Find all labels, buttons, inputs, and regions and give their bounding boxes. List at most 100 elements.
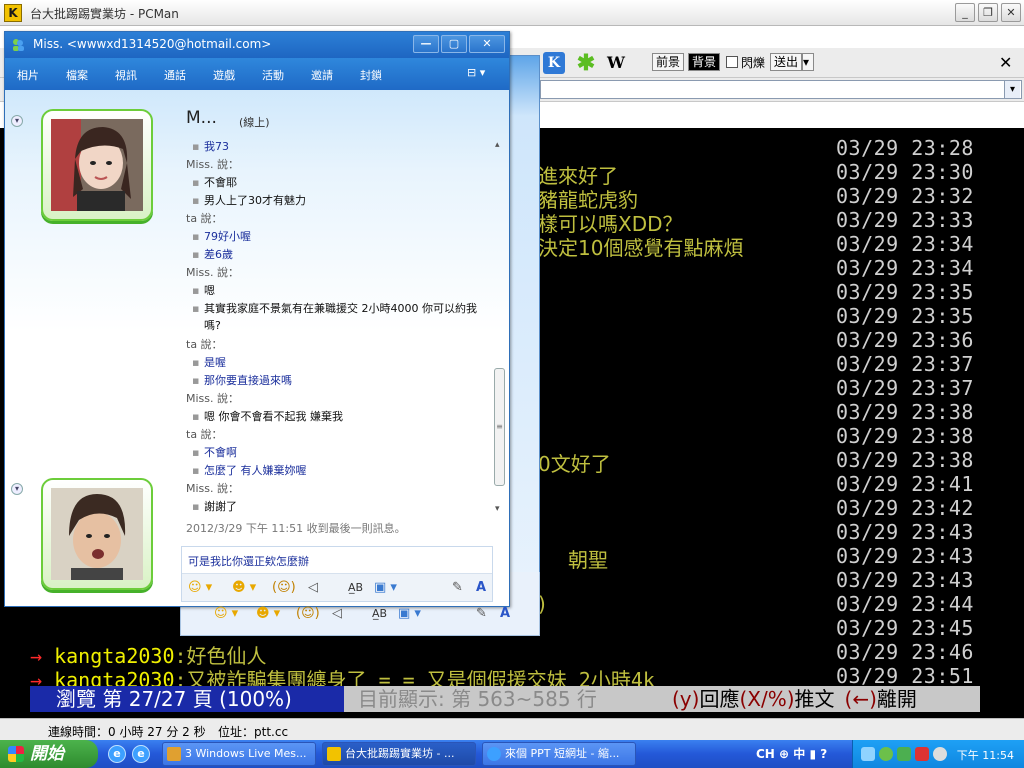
send-dropdown-icon[interactable]: ▾ [802, 53, 814, 71]
timestamp: 03/29 23:33 [836, 208, 974, 232]
pcman-minimize-button[interactable]: _ [955, 3, 975, 22]
wink-icon[interactable]: ☻ ▾ [232, 579, 256, 597]
browse-status-bar: 瀏覽 第 27/27 頁 (100%) 目前顯示: 第 563~585 行 (y)回… [30, 686, 980, 712]
message-text: 差6歲 [204, 248, 233, 261]
pcman-k-icon[interactable]: K [543, 52, 565, 74]
spell-check-icon[interactable]: A̲B [348, 579, 363, 597]
menu-call[interactable]: 通話 [164, 67, 186, 83]
tray-app-icon[interactable] [897, 747, 911, 761]
language-bar[interactable]: CH ⊕ 中 ▮ ? [756, 744, 827, 764]
pcman-restore-button[interactable]: ❐ [978, 3, 998, 22]
contact-avatar[interactable] [41, 109, 153, 221]
message-sender: Miss. 說： [186, 392, 240, 405]
timestamp: 03/29 23:38 [836, 424, 974, 448]
contact-message: ▪ 不會耶 [192, 174, 490, 191]
messenger-tray-icon[interactable] [879, 747, 893, 761]
send-button[interactable]: 送出 [770, 53, 803, 71]
volume-icon[interactable] [933, 747, 947, 761]
address-dropdown-icon[interactable]: ▾ [1004, 81, 1020, 98]
task-pcman[interactable]: 台大批踢踢實業坊 - ... [322, 742, 476, 766]
message-text: 我73 [204, 140, 229, 153]
bullet-icon: ▪ [192, 446, 200, 459]
task-ie[interactable]: 來個 PPT 短網址 - 縮... [482, 742, 636, 766]
start-button[interactable]: 開始 [0, 740, 98, 768]
contact-message: ▪ 謝謝了 [192, 498, 490, 515]
voice-clip-icon[interactable]: ◁ [308, 579, 318, 597]
menu-files[interactable]: 檔案 [66, 67, 88, 83]
contact-message: ▪ 男人上了30才有魅力 [192, 192, 490, 209]
scroll-thumb[interactable]: ≡ [494, 368, 505, 486]
bullet-icon: ▪ [192, 374, 200, 387]
messenger-maximize-button[interactable]: ▢ [441, 35, 467, 53]
messenger-buddy-icon [13, 39, 24, 51]
collapse-contact-photo-icon[interactable]: ▾ [11, 115, 23, 127]
my-message: ▪ 79好小喔 [192, 228, 490, 245]
wink-icon[interactable]: ☻ ▾ [256, 605, 280, 623]
contact-status: (線上) [239, 116, 270, 129]
my-avatar[interactable] [41, 478, 153, 590]
timestamp: 03/29 23:38 [836, 400, 974, 424]
emoticon-icon[interactable]: ☺ ▾ [188, 579, 212, 597]
taskbar: 開始 e e 3 Windows Live Mes... 台大批踢踢實業坊 - … [0, 740, 1024, 768]
clover-icon[interactable]: ✱ [575, 52, 597, 74]
compose-input[interactable]: 可是我比你還正欸怎麼辦 [188, 553, 309, 569]
message-sender: Miss. 說： [186, 158, 240, 171]
spell-check-icon[interactable]: A̲B [372, 605, 387, 623]
messenger-close-button[interactable]: ✕ [469, 35, 505, 53]
scroll-down-icon[interactable]: ▾ [495, 504, 500, 514]
collapse-my-photo-icon[interactable]: ▾ [11, 483, 23, 495]
blink-checkbox[interactable] [726, 56, 738, 68]
scroll-up-icon[interactable]: ▴ [495, 140, 500, 150]
foreground-color-button[interactable]: 前景 [652, 53, 685, 71]
voice-clip-icon[interactable]: ◁ [332, 605, 342, 623]
ie-quicklaunch-icon[interactable]: e [132, 745, 150, 763]
task-label: 3 Windows Live Mes... [185, 747, 307, 760]
conversation-history[interactable]: ▪ 我73 Miss. 說： ▪ 不會耶 ▪ 男人上了30才有魅力 ta 說： ▪ 79好小喔 ▪ 差… [186, 138, 491, 536]
message-text: 謝謝了 [204, 500, 237, 513]
menu-photos[interactable]: 相片 [17, 67, 39, 83]
close-tab-icon[interactable]: ✕ [999, 53, 1012, 72]
timestamp: 03/29 23:46 [836, 640, 974, 664]
background-icon[interactable]: ▣ ▾ [398, 605, 421, 623]
connection-address: 位址：ptt.cc [218, 725, 289, 739]
background-color-button[interactable]: 背景 [688, 53, 721, 71]
timestamp: 03/29 23:45 [836, 616, 974, 640]
ie-quicklaunch-icon[interactable]: e [108, 745, 126, 763]
menu-activities[interactable]: 活動 [262, 67, 284, 83]
wikipedia-icon[interactable]: W [605, 52, 627, 74]
message-text: 是喔 [204, 356, 226, 369]
emoticon-icon[interactable]: ☺ ▾ [214, 605, 238, 623]
partial-comment: 決定10個感覺有點麻煩 [538, 236, 744, 260]
background-icon[interactable]: ▣ ▾ [374, 579, 397, 597]
menu-options-icon[interactable]: ⊟ ▾ [467, 66, 485, 79]
compose-area[interactable]: 可是我比你還正欸怎麼辦 ☺ ▾ ☻ ▾ (☺) ◁ A̲B ▣ ▾ ✎ A [181, 546, 493, 602]
connection-time: 連線時間：0 小時 27 分 2 秒 [48, 725, 206, 739]
nudge-icon[interactable]: (☺) [296, 605, 320, 623]
task-messenger[interactable]: 3 Windows Live Mes... [162, 742, 316, 766]
browse-page-indicator: 瀏覽 第 27/27 頁 (100%) [30, 686, 344, 712]
my-message: ▪ 怎麼了 有人嫌棄妳喔 [192, 462, 490, 479]
timestamp: 03/29 23:37 [836, 376, 974, 400]
menu-invite[interactable]: 邀請 [311, 67, 333, 83]
handwriting-icon[interactable]: ✎ [476, 605, 487, 623]
partial-comment: 0文好了 [538, 452, 611, 476]
conversation-scrollbar[interactable]: ▴ ≡ ▾ [493, 138, 507, 516]
address-input[interactable]: ▾ [540, 80, 1022, 99]
font-icon[interactable]: A [476, 579, 486, 597]
menu-block[interactable]: 封鎖 [360, 67, 382, 83]
pcman-close-button[interactable]: ✕ [1001, 3, 1021, 22]
menu-games[interactable]: 遊戲 [213, 67, 235, 83]
font-icon[interactable]: A [500, 605, 510, 623]
menu-video[interactable]: 視訊 [115, 67, 137, 83]
antivirus-icon[interactable] [915, 747, 929, 761]
network-icon[interactable] [861, 747, 875, 761]
ie-task-icon [487, 747, 501, 761]
messenger-minimize-button[interactable]: — [413, 35, 439, 53]
bullet-icon: ▪ [192, 302, 200, 315]
task-label: 來個 PPT 短網址 - 縮... [505, 747, 620, 760]
timestamp: 03/29 23:36 [836, 328, 974, 352]
bullet-icon: ▪ [192, 356, 200, 369]
nudge-icon[interactable]: (☺) [272, 579, 296, 597]
handwriting-icon[interactable]: ✎ [452, 579, 463, 597]
contact-message: ▪ 嗯 你會不會看不起我 嫌棄我 [192, 408, 490, 425]
